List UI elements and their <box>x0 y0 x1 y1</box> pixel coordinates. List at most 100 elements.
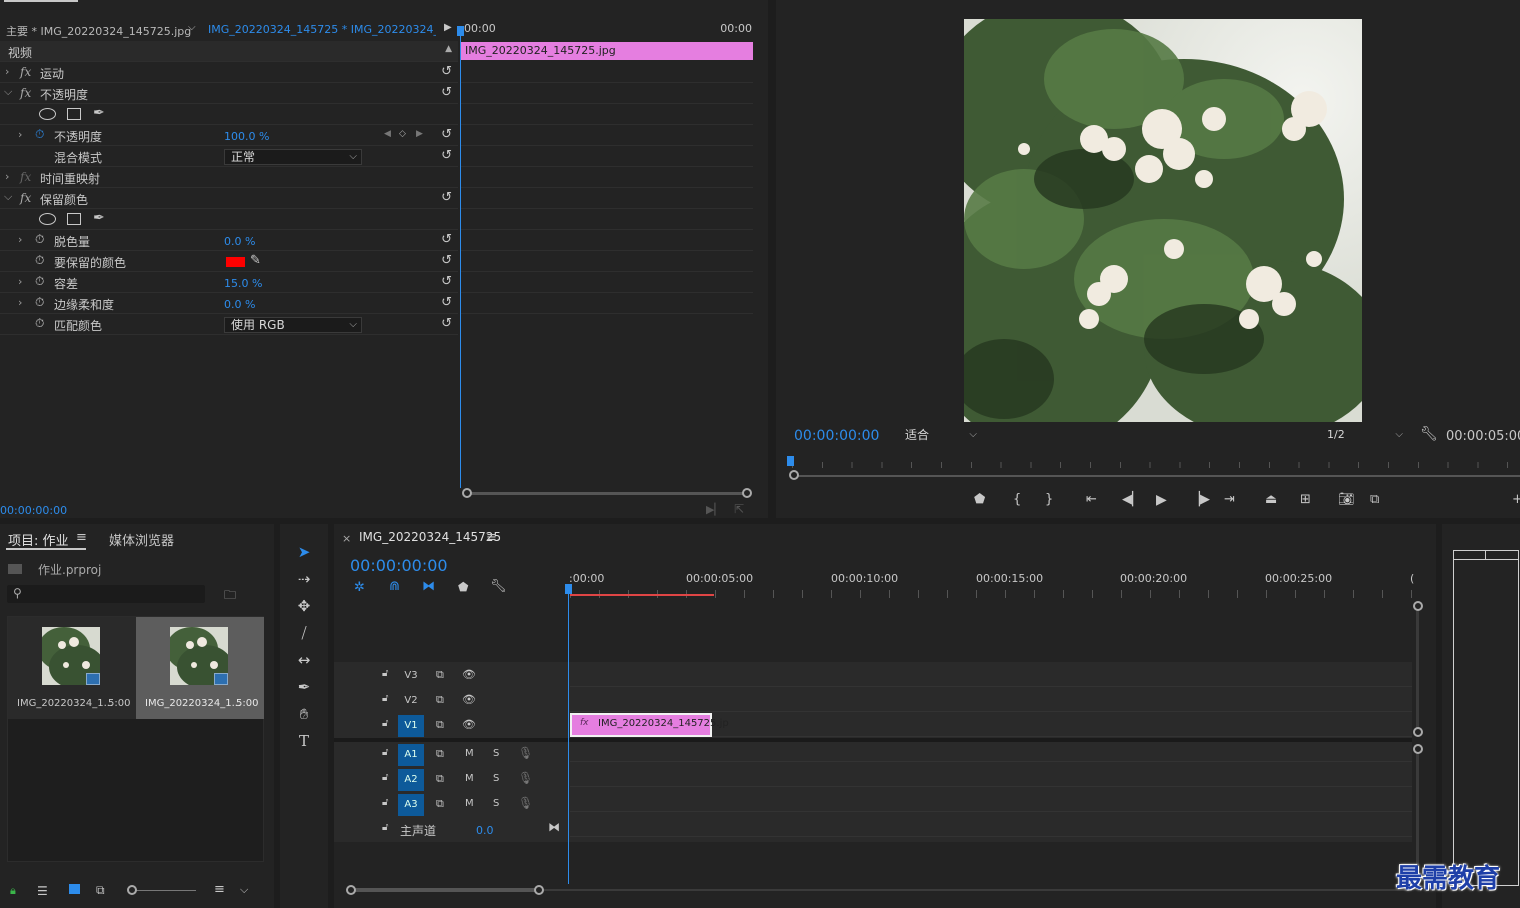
effect-leave-color-row[interactable]: ⌵ fx 保留颜色 ↺ <box>0 188 458 209</box>
work-area-bar[interactable] <box>570 594 714 596</box>
timeline-tab[interactable]: IMG_20220324_145725 <box>359 530 501 544</box>
reset-icon[interactable]: ↺ <box>441 253 452 268</box>
tolerance-value[interactable]: 15.0 % <box>224 277 262 290</box>
timeline-menu-icon[interactable]: ≡ <box>486 530 497 545</box>
zoom-handle-left[interactable] <box>462 488 472 498</box>
play-icon[interactable]: ▶ <box>1156 492 1167 508</box>
project-item-selected[interactable]: IMG_20220324_1... 5:00 <box>136 617 264 719</box>
rectangle-mask-icon[interactable] <box>67 108 81 120</box>
snap-icon[interactable]: ⋒ <box>389 579 400 594</box>
effect-opacity-row[interactable]: ⌵ fx 不透明度 ↺ <box>0 83 458 104</box>
new-bin-from-search-icon[interactable]: 🗀︎ <box>224 586 236 607</box>
stopwatch-icon[interactable]: ⏱ <box>35 274 44 289</box>
mini-timeline-ruler[interactable]: 00:00 00:00 <box>460 18 754 40</box>
effect-time-remap-row[interactable]: › fx 时间重映射 <box>0 167 458 188</box>
reset-icon[interactable]: ↺ <box>441 190 452 205</box>
freeform-view-icon[interactable]: ⧉ <box>96 883 105 898</box>
add-keyframe-icon[interactable]: ◇ <box>399 129 406 139</box>
scroll-handle[interactable] <box>1413 727 1423 737</box>
program-ruler[interactable] <box>792 454 1520 468</box>
lock-icon[interactable]: 🔓︎ <box>382 823 388 833</box>
expand-chevron-icon[interactable]: › <box>18 275 22 288</box>
sort-icon[interactable]: ≡ <box>214 882 225 897</box>
fx-badge-icon[interactable]: fx <box>20 86 31 100</box>
slider-handle[interactable] <box>127 885 137 895</box>
expand-chevron-icon[interactable]: › <box>5 170 9 183</box>
resolution-dropdown[interactable]: 1/2 ⌵ <box>1320 427 1408 443</box>
lock-icon[interactable]: 🔓︎ <box>382 798 388 808</box>
sync-lock-icon[interactable]: ⧉ <box>436 798 444 809</box>
filter-icon[interactable]: ▶▏ <box>706 503 723 516</box>
mute-button[interactable]: M <box>465 749 474 759</box>
timeline-playhead-handle[interactable] <box>565 584 572 594</box>
hand-tool-icon[interactable]: ✋︎ <box>292 702 316 726</box>
fx-badge-icon[interactable]: fx <box>20 191 31 205</box>
sequence-dropdown-chevron[interactable]: ⌵ <box>188 22 196 33</box>
tab-project[interactable]: 项目: 作业 <box>8 530 69 549</box>
lock-icon[interactable]: 🔓︎ <box>382 773 388 783</box>
export-icon[interactable]: ⇱ <box>734 502 744 516</box>
color-swatch[interactable] <box>226 257 245 267</box>
edge-softness-value[interactable]: 0.0 % <box>224 298 255 311</box>
tab-media-browser[interactable]: 媒体浏览器 <box>109 530 174 549</box>
lift-icon[interactable]: ⏏︎ <box>1265 492 1277 507</box>
reset-icon[interactable]: ↺ <box>441 85 452 100</box>
solo-button[interactable]: S <box>493 749 499 759</box>
effect-motion-row[interactable]: › fx 运动 ↺ <box>0 62 458 83</box>
stopwatch-icon[interactable]: ⏱ <box>35 316 44 331</box>
lock-icon[interactable]: 🔓︎ <box>382 694 388 704</box>
go-to-in-icon[interactable]: ⇤ <box>1086 492 1097 507</box>
eyedropper-icon[interactable]: ✎ <box>250 253 261 268</box>
export-frame-icon[interactable]: 📷︎ <box>1338 492 1355 507</box>
match-colors-dropdown[interactable]: 使用 RGB ⌵ <box>224 317 362 333</box>
track-target[interactable]: V2 <box>398 690 424 712</box>
close-tab-icon[interactable]: × <box>342 532 351 545</box>
expand-chevron-icon[interactable]: › <box>18 296 22 309</box>
solo-button[interactable]: S <box>493 774 499 784</box>
reset-icon[interactable]: ↺ <box>441 316 452 331</box>
opacity-value[interactable]: 100.0 % <box>224 130 269 143</box>
ellipse-mask-icon[interactable] <box>39 108 56 120</box>
razor-tool-icon[interactable]: ⧸ <box>292 621 316 645</box>
extract-icon[interactable]: ⊞ <box>1300 492 1311 507</box>
reset-icon[interactable]: ↺ <box>441 295 452 310</box>
go-to-out-icon[interactable]: ⇥ <box>1224 492 1235 507</box>
master-volume[interactable]: 0.0 <box>476 824 494 837</box>
stopwatch-icon[interactable]: ⏱ <box>35 253 44 268</box>
chevron-down-icon[interactable]: ⌵ <box>240 883 248 897</box>
project-search-input[interactable]: ⚲ <box>7 585 205 603</box>
panel-menu-icon[interactable]: ≡ <box>76 530 87 545</box>
program-timecode[interactable]: 00:00:00:00 <box>794 428 879 444</box>
video-vertical-scrollbar[interactable] <box>1416 606 1419 732</box>
timeline-timecode[interactable]: 00:00:00:00 <box>350 556 448 575</box>
mute-button[interactable]: M <box>465 799 474 809</box>
timeline-playhead[interactable] <box>568 584 569 884</box>
reset-icon[interactable]: ↺ <box>441 64 452 79</box>
scroll-handle[interactable] <box>1413 601 1423 611</box>
pen-tool-icon[interactable]: ✒ <box>292 675 316 699</box>
lock-icon[interactable]: 🔓︎ <box>382 669 388 679</box>
zoom-handle-right[interactable] <box>742 488 752 498</box>
mini-playhead-handle[interactable] <box>457 26 464 36</box>
track-target[interactable]: A1 <box>398 744 424 766</box>
nest-icon[interactable]: ✲ <box>354 580 365 595</box>
stopwatch-icon-active[interactable]: ⏱ <box>35 127 44 142</box>
sequence-clip-label[interactable]: IMG_20220324_145725 * IMG_20220324_... <box>208 23 436 36</box>
list-view-icon[interactable]: ☰ <box>37 884 48 898</box>
source-clip-label[interactable]: 主要 * IMG_20220324_145725.jpg <box>6 23 191 39</box>
timeline-settings-icon[interactable]: 🔧︎ <box>490 579 507 594</box>
zoom-handle-left[interactable] <box>346 885 356 895</box>
mini-zoom-bar[interactable] <box>466 492 748 495</box>
track-target[interactable]: A3 <box>398 794 424 816</box>
program-preview-image[interactable] <box>964 19 1362 422</box>
mark-in-icon[interactable]: { <box>1013 492 1021 507</box>
selection-tool-icon[interactable]: ➤ <box>292 540 316 564</box>
slip-tool-icon[interactable]: ↔ <box>292 648 316 672</box>
sync-lock-icon[interactable]: ⧉ <box>436 748 444 759</box>
fx-badge-icon[interactable]: fx <box>20 65 31 79</box>
mute-button[interactable]: M <box>465 774 474 784</box>
step-forward-icon[interactable]: ▕▶︎ <box>1190 492 1210 507</box>
type-tool-icon[interactable]: T <box>292 729 316 753</box>
ripple-edit-tool-icon[interactable]: ✥ <box>292 594 316 618</box>
microphone-icon[interactable]: 🎙︎ <box>518 797 533 809</box>
